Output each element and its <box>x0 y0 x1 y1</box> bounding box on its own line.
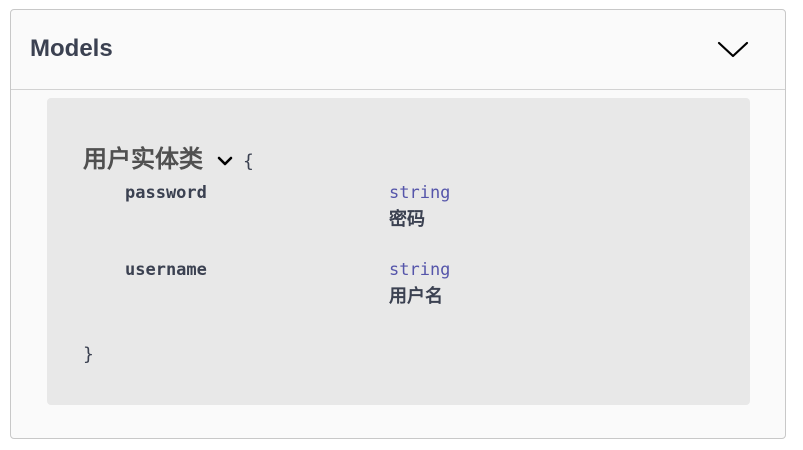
models-section: Models 用户实体类 { password string 密码 userna… <box>10 9 786 439</box>
models-toggle-button[interactable] <box>713 36 753 64</box>
property-description-username: 用户名 <box>389 286 443 307</box>
model-title[interactable]: 用户实体类 <box>83 143 203 175</box>
property-name-username: username <box>125 260 207 280</box>
model-container: 用户实体类 { password string 密码 username stri… <box>47 98 750 405</box>
chevron-down-small-icon <box>217 156 233 166</box>
models-header[interactable]: Models <box>11 10 785 90</box>
close-brace: } <box>83 344 94 365</box>
chevron-down-icon <box>717 41 749 58</box>
models-title: Models <box>30 35 113 62</box>
model-title-row: 用户实体类 { <box>83 143 254 175</box>
property-type-username: string <box>389 260 451 280</box>
property-name-password: password <box>125 183 207 203</box>
model-collapse-toggle[interactable] <box>215 151 235 171</box>
property-type-password: string <box>389 183 451 203</box>
open-brace: { <box>243 150 254 172</box>
property-description-password: 密码 <box>389 209 425 230</box>
